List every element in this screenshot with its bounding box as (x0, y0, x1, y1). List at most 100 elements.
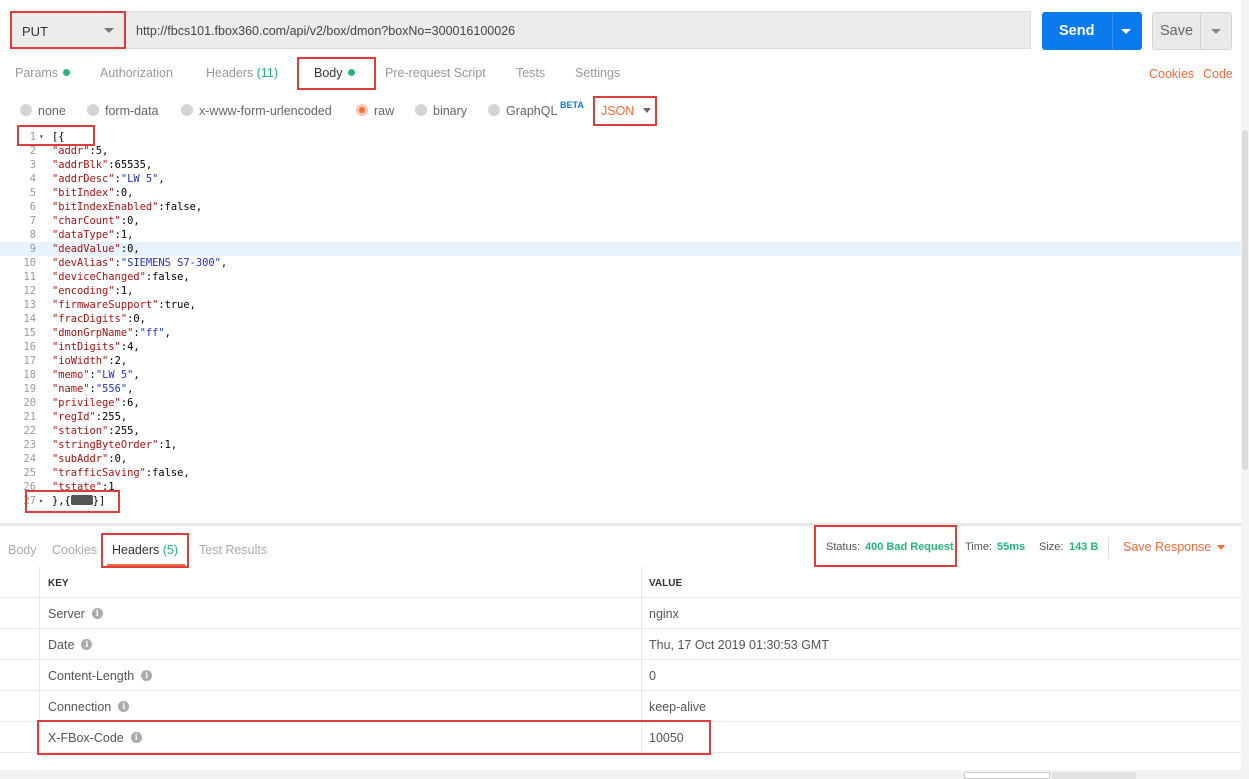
table-row[interactable]: Content-Length i 0 (0, 660, 1241, 691)
send-options-chevron-icon[interactable] (1121, 29, 1131, 34)
tab-params[interactable]: Params (15, 66, 71, 80)
code-line[interactable]: 2 "addr":5, (0, 144, 1241, 158)
header-key-text: Content-Length (48, 669, 135, 683)
code-link[interactable]: Code (1203, 67, 1233, 81)
code-text: "deviceChanged":false, (52, 270, 190, 284)
info-icon[interactable]: i (91, 608, 103, 620)
code-line[interactable]: 24 "subAddr":0, (0, 452, 1241, 466)
info-icon[interactable]: i (81, 639, 93, 651)
code-line[interactable]: 16 "intDigits":4, (0, 340, 1241, 354)
code-line[interactable]: 9 "deadValue":0, (0, 242, 1241, 256)
format-select[interactable]: JSON (601, 104, 634, 118)
cookies-link[interactable]: Cookies (1149, 67, 1194, 81)
code-line[interactable]: 12 "encoding":1, (0, 284, 1241, 298)
column-divider (641, 629, 642, 660)
code-line[interactable]: 4 "addrDesc":"LW 5", (0, 172, 1241, 186)
info-icon[interactable]: i (141, 670, 153, 682)
tab-pre-request-script[interactable]: Pre-request Script (385, 66, 486, 80)
radio-label-none[interactable]: none (38, 104, 66, 118)
response-tab-cookies[interactable]: Cookies (52, 543, 97, 557)
code-text: "addrDesc":"LW 5", (52, 172, 165, 186)
folded-content-badge[interactable] (70, 495, 93, 505)
line-number: 16 (23, 341, 36, 353)
table-row[interactable]: Date i Thu, 17 Oct 2019 01:30:53 GMT (0, 629, 1241, 660)
code-line[interactable]: 13 "firmwareSupport":true, (0, 298, 1241, 312)
info-icon[interactable]: i (118, 701, 130, 713)
tab-tests[interactable]: Tests (516, 66, 545, 80)
divider (1108, 537, 1109, 559)
save-response-button[interactable]: Save Response (1123, 540, 1211, 554)
response-tab-body[interactable]: Body (8, 543, 37, 557)
code-line[interactable]: 5 "bitIndex":0, (0, 186, 1241, 200)
code-line[interactable]: 23 "stringByteOrder":1, (0, 438, 1241, 452)
radio-binary[interactable] (415, 104, 427, 116)
radio-label-binary[interactable]: binary (433, 104, 467, 118)
json-punct: },{ (52, 495, 71, 507)
size-value[interactable]: 143 B (1069, 541, 1098, 553)
code-line[interactable]: 22 "station":255, (0, 424, 1241, 438)
radio-form-data[interactable] (87, 104, 99, 116)
line-number: 2 (29, 145, 36, 157)
radio-label-graphql[interactable]: GraphQL (506, 104, 557, 118)
code-line[interactable]: 15 "dmonGrpName":"ff", (0, 326, 1241, 340)
radio-none[interactable] (20, 104, 32, 116)
radio-urlencoded[interactable] (181, 104, 193, 116)
code-line[interactable]: 14 "fracDigits":0, (0, 312, 1241, 326)
column-header-key: KEY (48, 578, 69, 589)
json-punct: :1, (158, 439, 178, 451)
code-line[interactable]: 21 "regId":255, (0, 410, 1241, 424)
bottom-bar-control[interactable] (964, 772, 1050, 779)
code-editor[interactable]: 1 ▾ [{2 "addr":5, 3 "addrBlk":65535, 4 "addrDes… (0, 127, 1241, 524)
code-line[interactable]: 25 "trafficSaving":false, (0, 466, 1241, 480)
radio-label-raw[interactable]: raw (374, 104, 394, 118)
response-tab-test-results[interactable]: Test Results (199, 543, 267, 557)
radio-label-urlencoded[interactable]: x-www-form-urlencoded (199, 104, 332, 118)
radio-graphql[interactable] (488, 104, 500, 116)
code-line[interactable]: 7 "charCount":0, (0, 214, 1241, 228)
status-value[interactable]: 400 Bad Request (865, 541, 954, 553)
code-line[interactable]: 11 "deviceChanged":false, (0, 270, 1241, 284)
code-line[interactable]: 10 "devAlias":"SIEMENS S7-300", (0, 256, 1241, 270)
chevron-down-icon[interactable] (1217, 545, 1225, 550)
tab-authorization[interactable]: Authorization (100, 66, 173, 80)
code-line[interactable]: 18 "memo":"LW 5", (0, 368, 1241, 382)
code-line[interactable]: 1 ▾ [{ (0, 130, 1241, 144)
code-line[interactable]: 19 "name":"556", (0, 382, 1241, 396)
code-line[interactable]: 17 "ioWidth":2, (0, 354, 1241, 368)
json-punct: , (158, 173, 165, 185)
code-line[interactable]: 26 "tstate":1 (0, 480, 1241, 494)
tab-headers[interactable]: Headers (11) (206, 66, 278, 80)
save-options-chevron-icon[interactable] (1211, 29, 1221, 34)
code-line[interactable]: 6 "bitIndexEnabled":false, (0, 200, 1241, 214)
header-key: Connection i (48, 700, 130, 714)
editor-resize-handle[interactable] (0, 523, 1241, 526)
code-line[interactable]: 20 "privilege":6, (0, 396, 1241, 410)
tab-settings[interactable]: Settings (575, 66, 620, 80)
tab-label: Tests (516, 66, 546, 80)
chevron-down-icon[interactable] (643, 108, 651, 113)
table-row[interactable]: X-FBox-Code i 10050 (0, 722, 1241, 753)
time-value[interactable]: 55ms (997, 541, 1025, 553)
json-key: "regId" (52, 411, 96, 423)
table-row[interactable]: Connection i keep-alive (0, 691, 1241, 722)
scrollbar-thumb[interactable] (1242, 130, 1248, 470)
fold-closed-icon[interactable]: ▸ (39, 494, 44, 508)
fold-open-icon[interactable]: ▾ (39, 130, 44, 144)
radio-label-form-data[interactable]: form-data (105, 104, 159, 118)
table-row[interactable]: Server i nginx (0, 598, 1241, 629)
radio-raw[interactable] (356, 104, 368, 116)
code-line[interactable]: 8 "dataType":1, (0, 228, 1241, 242)
tab-count: (11) (256, 66, 279, 80)
code-line[interactable]: 27 ▸},{}] (0, 494, 1241, 508)
response-tab-headers[interactable]: Headers (5) (112, 543, 178, 557)
tab-body[interactable]: Body (314, 66, 355, 80)
info-icon[interactable]: i (130, 732, 142, 744)
line-number: 6 (29, 201, 36, 213)
line-number: 19 (23, 383, 36, 395)
code-text: "deadValue":0, (52, 242, 140, 256)
json-string: "LW 5" (120, 173, 159, 185)
json-key: "tstate" (52, 481, 103, 493)
json-punct: [{ (52, 131, 65, 143)
bottom-bar-control[interactable] (1052, 772, 1136, 779)
code-line[interactable]: 3 "addrBlk":65535, (0, 158, 1241, 172)
